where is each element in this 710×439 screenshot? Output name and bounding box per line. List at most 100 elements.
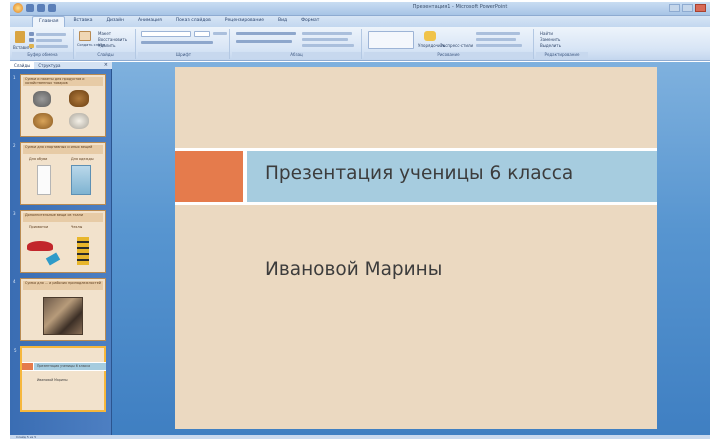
close-icon[interactable]: [695, 4, 706, 12]
thumbnail-title: Презентация ученицы 6 класса: [37, 364, 91, 368]
replace-button[interactable]: Заменить: [540, 37, 560, 42]
find-button[interactable]: Найти: [540, 31, 553, 36]
shapes-gallery[interactable]: [368, 31, 414, 49]
group-label-editing: Редактирование: [536, 52, 588, 58]
group-clipboard: Вставить Буфер обмена: [12, 29, 74, 59]
select-button[interactable]: Выделить: [540, 43, 561, 48]
tab-view[interactable]: Вид: [272, 16, 293, 27]
bag-photo: [71, 165, 91, 195]
group-label-clipboard: Буфер обмена: [12, 52, 73, 58]
save-icon[interactable]: [26, 4, 34, 12]
item-photo: [27, 241, 53, 251]
thumbnail-title: Дополнительные вещи из ткани: [25, 213, 84, 217]
thumbnail-title: Сумки для спортивных и иных вещей: [25, 145, 93, 149]
title-band: Презентация ученицы 6 класса: [175, 148, 657, 205]
slide-thumbnail-1[interactable]: 1 Сумки и пакеты для продуктов и хозяйст…: [13, 74, 106, 137]
tab-outline[interactable]: Структура: [34, 62, 64, 69]
shape-outline-button[interactable]: [476, 38, 516, 41]
paste-icon[interactable]: [15, 31, 25, 43]
font-grow-shrink-icon[interactable]: [213, 32, 227, 35]
accent-block: [175, 151, 243, 202]
redo-icon[interactable]: [48, 4, 56, 12]
text-direction-button[interactable]: [302, 32, 352, 35]
copy-icon[interactable]: [29, 38, 34, 42]
slide-thumbnail-4[interactable]: 4 Сумка для ... и рабочих принадлежносте…: [13, 278, 106, 341]
shape-effects-button[interactable]: [476, 44, 522, 47]
tab-slideshow[interactable]: Показ слайдов: [170, 16, 217, 27]
bag-photo: [33, 91, 51, 107]
group-editing: Найти Заменить Выделить Редактирование: [536, 29, 588, 59]
group-label-slides: Слайды: [76, 52, 135, 58]
item-photo: [77, 237, 89, 265]
tab-format[interactable]: Формат: [295, 16, 325, 27]
item-photo: [45, 252, 61, 266]
thumbnail-title: Сумки и пакеты для продуктов и хозяйстве…: [25, 77, 85, 85]
status-bar: Слайд 5 из 5: [10, 435, 710, 439]
thumbnail-title-bar: Сумка для ... и рабочих принадлежностей: [23, 281, 103, 290]
bag-photo: [37, 165, 51, 195]
slide-title[interactable]: Презентация ученицы 6 класса: [265, 163, 573, 184]
powerpoint-window: Презентация1 - Microsoft PowerPoint Глав…: [0, 0, 710, 439]
tab-slides[interactable]: Слайды: [10, 62, 35, 69]
slide-thumbnail-2[interactable]: 2 Сумки для спортивных и иных вещей Для …: [13, 142, 106, 205]
slide-number: 1: [13, 75, 16, 80]
copy-label: [36, 39, 62, 42]
slide-number: 3: [13, 211, 16, 216]
cut-label: [36, 33, 66, 36]
thumbnail-subtitle: Ивановой Марины: [37, 378, 68, 382]
new-slide-icon[interactable]: [79, 31, 91, 41]
slide-number: 2: [13, 143, 16, 148]
slide-subtitle[interactable]: Ивановой Марины: [265, 259, 442, 280]
thumbnail-caption: Для обуви: [29, 157, 48, 161]
bag-photo: [43, 297, 83, 335]
smartart-button[interactable]: [302, 44, 354, 47]
window-title: Презентация1 - Microsoft PowerPoint: [412, 4, 508, 10]
thumbnail-title-bar: Дополнительные вещи из ткани: [23, 213, 103, 222]
group-label-paragraph: Абзац: [232, 52, 361, 58]
align-text-button[interactable]: [302, 38, 348, 41]
slides-panel: Слайды Структура × 1 Сумки и пакеты для …: [10, 62, 112, 439]
list-buttons[interactable]: [236, 32, 296, 35]
slide-thumbnail-3[interactable]: 3 Дополнительные вещи из ткани Прихватки…: [13, 210, 106, 273]
alignment-buttons[interactable]: [236, 40, 292, 43]
window-controls: [669, 4, 706, 12]
maximize-icon[interactable]: [682, 4, 693, 12]
slide-number: 4: [13, 279, 16, 284]
tab-review[interactable]: Рецензирование: [219, 16, 270, 27]
quick-styles-button[interactable]: Экспресс-стили: [440, 43, 473, 48]
thumbnail-title: Сумка для ... и рабочих принадлежностей: [25, 281, 101, 285]
title-bar: Презентация1 - Microsoft PowerPoint: [10, 2, 710, 16]
reset-button[interactable]: Восстановить: [98, 37, 127, 42]
group-drawing: Упорядочить Экспресс-стили Рисование: [364, 29, 534, 59]
font-name-select[interactable]: [141, 31, 191, 37]
slide-thumbnail-5[interactable]: 5 Презентация ученицы 6 класса Ивановой …: [14, 346, 106, 412]
thumbnail-title-bar: Сумки для спортивных и иных вещей: [23, 145, 103, 154]
tab-animation[interactable]: Анимация: [132, 16, 168, 27]
delete-button[interactable]: Удалить: [98, 43, 116, 48]
group-slides: Создать слайд Макет Восстановить Удалить…: [76, 29, 136, 59]
shape-fill-button[interactable]: [476, 32, 520, 35]
font-style-buttons[interactable]: [141, 41, 213, 44]
panel-tabs: Слайды Структура: [10, 62, 112, 69]
tab-insert[interactable]: Вставка: [67, 16, 98, 27]
thumbnail-caption: Чехлы: [71, 225, 83, 229]
layout-button[interactable]: Макет: [98, 31, 111, 36]
ribbon: Вставить Буфер обмена Создать слайд Маке…: [10, 27, 710, 61]
font-size-select[interactable]: [194, 31, 210, 37]
cut-icon[interactable]: [29, 32, 34, 36]
slide-canvas[interactable]: Презентация ученицы 6 класса Ивановой Ма…: [175, 67, 657, 429]
quick-styles-icon[interactable]: [424, 31, 436, 41]
office-button-icon[interactable]: [13, 3, 23, 13]
group-label-drawing: Рисование: [364, 52, 533, 58]
bag-photo: [33, 113, 53, 129]
undo-icon[interactable]: [37, 4, 45, 12]
panel-close-icon[interactable]: ×: [104, 62, 108, 68]
minimize-icon[interactable]: [669, 4, 680, 12]
tab-home[interactable]: Главная: [32, 16, 66, 27]
thumbnail-caption: Прихватки: [29, 225, 49, 229]
tab-design[interactable]: Дизайн: [101, 16, 130, 27]
quick-access-toolbar: [13, 3, 56, 13]
format-painter-icon[interactable]: [29, 44, 34, 48]
slide-number: 5: [14, 348, 17, 353]
group-label-font: Шрифт: [138, 52, 229, 58]
